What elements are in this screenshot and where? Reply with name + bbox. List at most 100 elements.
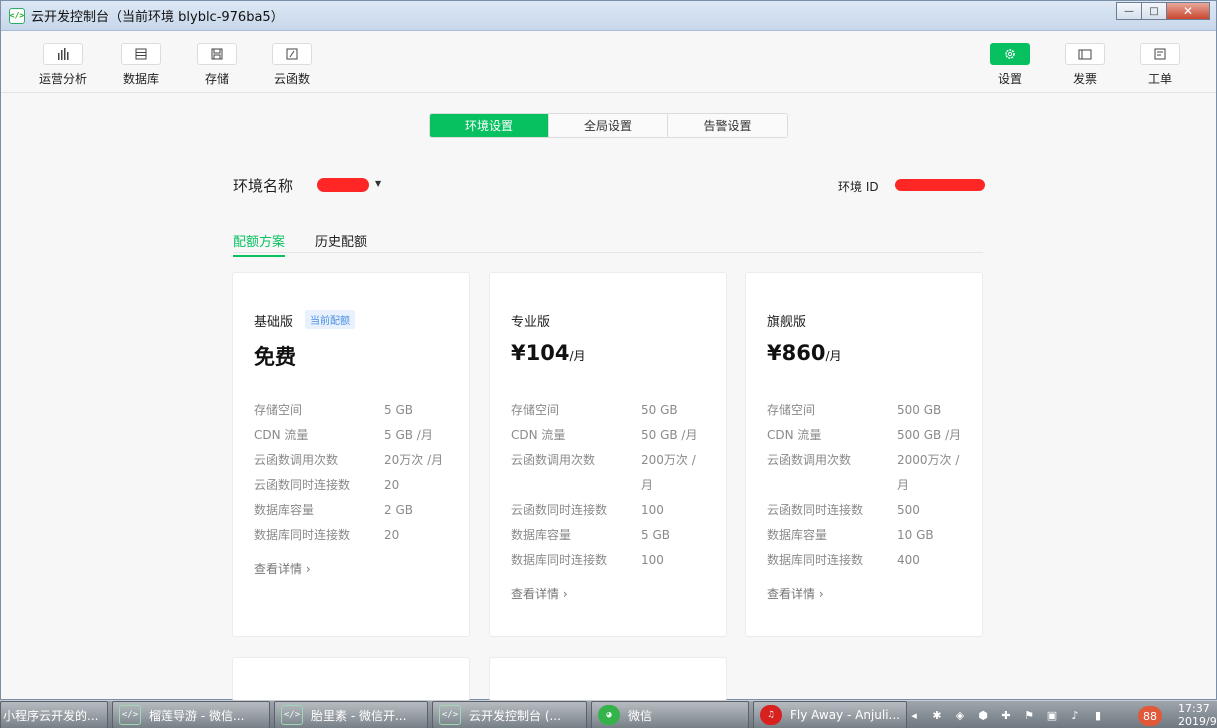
- close-button[interactable]: ✕: [1166, 2, 1210, 20]
- settings-tabs: 环境设置 全局设置 告警设置: [429, 113, 788, 138]
- tray-plus-icon[interactable]: ✚: [997, 707, 1015, 723]
- spec-row: 数据库容量 10 GB: [767, 523, 967, 548]
- spec-value: 10 GB: [897, 528, 934, 542]
- plan-card-pro: 专业版 ¥104/月 存储空间 50 GB CDN 流量 50 GB /月 云函数调…: [489, 272, 727, 637]
- spec-row: 数据库容量 2 GB: [254, 498, 454, 523]
- toolbar-label: 云函数: [273, 72, 310, 86]
- toolbar-item-invoice[interactable]: 发票: [1050, 43, 1120, 87]
- system-tray: ◂ ✱ ◈ ⬢ ✚ ⚑ ▣ ♪ ▮: [905, 704, 1112, 726]
- taskbar-item-label: 微信: [628, 708, 653, 723]
- spec-row: CDN 流量 5 GB /月: [254, 423, 454, 448]
- toolbar-label: 工单: [1147, 72, 1172, 86]
- env-name-redacted[interactable]: [317, 178, 369, 192]
- spec-key: 数据库容量: [511, 528, 572, 542]
- toolbar-item-settings[interactable]: 设置: [975, 43, 1045, 87]
- cloud-function-icon: [272, 43, 312, 65]
- maximize-button[interactable]: □: [1141, 2, 1167, 20]
- spec-value: 5 GB: [641, 528, 670, 542]
- taskbar-item[interactable]: </> 胎里素 - 微信开...: [274, 701, 428, 728]
- chevron-down-icon[interactable]: ▼: [375, 179, 381, 188]
- wechat-icon: ◕: [598, 705, 620, 725]
- plan-card-partial: [489, 657, 727, 701]
- view-details-link[interactable]: 查看详情 ›: [254, 560, 311, 577]
- env-id-redacted: [895, 179, 985, 191]
- env-name-label: 环境名称: [233, 177, 294, 195]
- plan-card-flagship: 旗舰版 ¥860/月 存储空间 500 GB CDN 流量 500 GB /月 云函…: [745, 272, 983, 637]
- tray-shield-icon[interactable]: ◈: [951, 707, 969, 723]
- title-bar: </> 云开发控制台（当前环境 blyblc-976ba5） — □ ✕: [1, 1, 1216, 31]
- spec-key: 云函数调用次数: [767, 453, 852, 467]
- spec-value: 100: [641, 553, 664, 567]
- price-value: ¥860: [767, 341, 826, 365]
- spec-value: 2 GB: [384, 503, 413, 517]
- taskbar-item[interactable]: ◕ 微信: [591, 701, 749, 728]
- taskbar-item[interactable]: </> 榴莲导游 - 微信...: [112, 701, 270, 728]
- toolbar: 运营分析 数据库 存储 云函数 设置 发票 工单: [1, 31, 1216, 93]
- spec-row: 数据库同时连接数 100: [511, 548, 711, 573]
- spec-value: 20: [384, 478, 400, 492]
- spec-value: 20万次 /月: [384, 453, 444, 467]
- spec-key: 云函数调用次数: [254, 453, 339, 467]
- toolbar-item-database[interactable]: 数据库: [106, 43, 176, 87]
- tab-alert-settings[interactable]: 告警设置: [668, 114, 787, 137]
- clock[interactable]: 17:37 2019/9: [1178, 702, 1217, 728]
- spec-row: 存储空间 50 GB: [511, 398, 711, 423]
- toolbar-label: 设置: [997, 72, 1022, 86]
- toolbar-item-ticket[interactable]: 工单: [1125, 43, 1195, 87]
- taskbar-item[interactable]: ♫ Fly Away - Anjuli...: [753, 701, 907, 728]
- app-window: </> 云开发控制台（当前环境 blyblc-976ba5） — □ ✕ 运营分…: [0, 0, 1217, 701]
- current-plan-badge: 当前配额: [305, 310, 355, 329]
- toolbar-label: 数据库: [122, 72, 159, 86]
- plan-specs: 存储空间 500 GB CDN 流量 500 GB /月 云函数调用次数 2000万次…: [767, 398, 967, 573]
- price-unit: /月: [825, 349, 842, 363]
- tray-arrow-icon[interactable]: ◂: [905, 707, 923, 723]
- database-icon: [121, 43, 161, 65]
- spec-key: CDN 流量: [511, 428, 566, 442]
- plan-card-basic: 基础版 当前配额 免费 存储空间 5 GB CDN 流量 5 GB /月 云函数调用…: [232, 272, 470, 637]
- spec-row: 数据库同时连接数 400: [767, 548, 967, 573]
- tray-flag-icon[interactable]: ⚑: [1020, 707, 1038, 723]
- spec-value: 5 GB /月: [384, 428, 433, 442]
- toolbar-item-analytics[interactable]: 运营分析: [28, 43, 98, 87]
- network-icon[interactable]: ▮: [1089, 707, 1107, 723]
- minimize-button[interactable]: —: [1116, 2, 1142, 20]
- tray-star-icon[interactable]: ✱: [928, 707, 946, 723]
- tray-security-icon[interactable]: ⬢: [974, 707, 992, 723]
- view-details-link[interactable]: 查看详情 ›: [767, 585, 824, 602]
- subtab-quota-plan[interactable]: 配额方案: [233, 231, 286, 257]
- spec-row: 数据库容量 5 GB: [511, 523, 711, 548]
- spec-row: 云函数同时连接数 500: [767, 498, 967, 523]
- plan-price: ¥860/月: [767, 341, 842, 365]
- spec-key: 存储空间: [511, 403, 560, 417]
- taskbar-item-label: 胎里素 - 微信开...: [311, 708, 407, 723]
- spec-value: 100: [641, 503, 664, 517]
- devtools-icon: </>: [119, 705, 141, 725]
- taskbar-item[interactable]: 小程序云开发的...: [0, 701, 108, 728]
- spec-value: 50 GB /月: [641, 428, 698, 442]
- spec-key: 存储空间: [254, 403, 303, 417]
- toolbar-label: 存储: [204, 72, 229, 86]
- spec-row: 云函数同时连接数 100: [511, 498, 711, 523]
- subtab-quota-history[interactable]: 历史配额: [315, 231, 367, 255]
- taskbar-item-label: Fly Away - Anjuli...: [790, 708, 900, 722]
- toolbar-item-storage[interactable]: 存储: [182, 43, 252, 87]
- price-value: 免费: [254, 345, 296, 369]
- env-info-row: 环境名称 ▼ 环境 ID: [233, 175, 985, 197]
- clock-time: 17:37: [1178, 702, 1210, 715]
- taskbar-item[interactable]: </> 云开发控制台 (...: [432, 701, 587, 728]
- spec-row: CDN 流量 500 GB /月: [767, 423, 967, 448]
- spec-value: 20: [384, 528, 400, 542]
- notification-badge[interactable]: 88: [1138, 706, 1162, 726]
- toolbar-item-cloud-function[interactable]: 云函数: [257, 43, 327, 87]
- devtools-icon: </>: [281, 705, 303, 725]
- volume-icon[interactable]: ♪: [1066, 707, 1084, 723]
- tab-global-settings[interactable]: 全局设置: [549, 114, 668, 137]
- spec-key: 云函数同时连接数: [767, 503, 864, 517]
- spec-value: 500 GB: [897, 403, 942, 417]
- tray-device-icon[interactable]: ▣: [1043, 707, 1061, 723]
- taskbar-item-label: 云开发控制台 (...: [469, 708, 561, 723]
- plan-name: 专业版: [511, 315, 551, 330]
- tab-env-settings[interactable]: 环境设置: [430, 114, 549, 137]
- env-id-label: 环境 ID: [838, 180, 879, 194]
- view-details-link[interactable]: 查看详情 ›: [511, 585, 568, 602]
